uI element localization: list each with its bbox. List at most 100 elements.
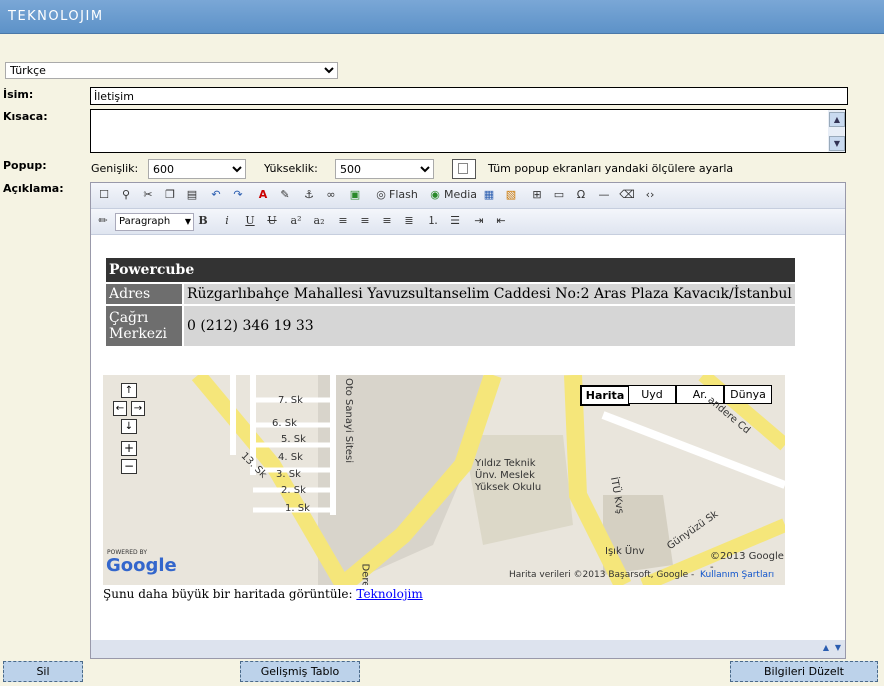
width-select[interactable]: 600 xyxy=(148,159,246,179)
pan-right-icon[interactable]: → xyxy=(131,401,145,416)
media-icon[interactable]: ◉ xyxy=(427,188,443,202)
superscript-icon[interactable]: a² xyxy=(288,214,304,228)
app-logo: TEKNOLOJIM xyxy=(8,9,104,24)
map-type-uydu[interactable]: Uyd xyxy=(628,385,676,404)
street-label: Dere xyxy=(359,563,371,585)
indent-icon[interactable]: ⇥ xyxy=(471,214,487,228)
popup-checkbox[interactable] xyxy=(452,159,476,179)
scroll-up-icon[interactable]: ▲ xyxy=(829,112,845,127)
media-label[interactable]: Media xyxy=(444,188,477,201)
flash-label[interactable]: Flash xyxy=(389,188,418,201)
delete-button[interactable]: Sil xyxy=(3,661,83,682)
map-link-line: Şunu daha büyük bir haritada görüntüle: … xyxy=(103,587,423,601)
table-icon[interactable]: ▦ xyxy=(481,188,497,202)
source-icon[interactable]: ☐ xyxy=(96,188,112,202)
editor-resize-bar[interactable]: ▲ ▼ xyxy=(91,640,845,658)
desc-label: Açıklama: xyxy=(3,182,64,195)
pan-left-icon[interactable]: ← xyxy=(113,401,127,416)
highlight-icon[interactable]: ✎ xyxy=(277,188,293,202)
embedded-map[interactable]: ↑ ← → ↓ + − Harita Uyd Ar. Dünya 7. Sk 6… xyxy=(103,375,785,585)
save-button[interactable]: Bilgileri Düzelt xyxy=(730,661,878,682)
format-select[interactable]: Paragraph ▼ xyxy=(115,213,194,231)
bold-icon[interactable]: B xyxy=(195,214,211,228)
strikethrough-icon[interactable]: U xyxy=(264,214,280,228)
align-right-icon[interactable]: ≡ xyxy=(379,214,395,228)
short-textarea[interactable]: ▲ ▼ xyxy=(90,109,846,153)
chevron-down-icon: ▼ xyxy=(184,217,191,226)
street-label: 1. Sk xyxy=(285,503,310,514)
style-icon[interactable]: ✏ xyxy=(95,214,111,228)
map-link-text: Şunu daha büyük bir haritada görüntüle: xyxy=(103,587,353,601)
street-label: 4. Sk xyxy=(278,452,303,463)
phone-value: 0 (212) 346 19 33 xyxy=(184,306,795,346)
justify-icon[interactable]: ≣ xyxy=(401,214,417,228)
height-select[interactable]: 500 xyxy=(335,159,434,179)
subscript-icon[interactable]: a₂ xyxy=(311,214,327,228)
editor-content[interactable]: Powercube Adres Rüzgarlıbahçe Mahallesi … xyxy=(91,235,845,640)
scroll-down-icon[interactable]: ▼ xyxy=(829,136,845,151)
cut-icon[interactable]: ✂ xyxy=(140,188,156,202)
text-color-icon[interactable]: A xyxy=(255,188,271,202)
table-edit-icon[interactable]: ▧ xyxy=(503,188,519,202)
table-row: Adres Rüzgarlıbahçe Mahallesi Yavuzsulta… xyxy=(106,284,795,304)
paste-icon[interactable]: ▤ xyxy=(184,188,200,202)
pan-up-icon[interactable]: ↑ xyxy=(121,383,137,398)
table-row: Çağrı Merkezi 0 (212) 346 19 33 xyxy=(106,306,795,346)
app-header: TEKNOLOJIM xyxy=(0,0,884,34)
grid-icon[interactable]: ⊞ xyxy=(529,188,545,202)
rich-text-editor[interactable]: ☐ ⚲ ✂ ❐ ▤ ↶ ↷ A ✎ ⚓ ∞ ▣ ◎ Flash ◉ Media … xyxy=(90,182,846,659)
address-value: Rüzgarlıbahçe Mahallesi Yavuzsultanselim… xyxy=(184,284,795,304)
map-poi-label: Yıldız Teknik Ünv. Meslek Yüksek Okulu xyxy=(475,458,542,493)
map-poi-label: Işık Ünv xyxy=(605,546,645,557)
eraser-icon[interactable]: ⌫ xyxy=(619,188,635,202)
advanced-table-button[interactable]: Gelişmiş Tablo xyxy=(240,661,360,682)
template-icon[interactable]: ▭ xyxy=(551,188,567,202)
underline-icon[interactable]: U xyxy=(242,214,258,228)
resize-down-icon[interactable]: ▼ xyxy=(830,641,846,655)
name-label: İsim: xyxy=(3,88,34,101)
image-icon[interactable]: ▣ xyxy=(347,188,363,202)
map-type-harita[interactable]: Harita xyxy=(580,385,630,406)
redo-icon[interactable]: ↷ xyxy=(230,188,246,202)
map-terms-link[interactable]: Kullanım Şartları xyxy=(700,570,774,580)
street-label: Oto Sanayi Sitesi xyxy=(343,377,355,464)
link-icon[interactable]: ∞ xyxy=(323,188,339,202)
editor-toolbar-1: ☐ ⚲ ✂ ❐ ▤ ↶ ↷ A ✎ ⚓ ∞ ▣ ◎ Flash ◉ Media … xyxy=(91,183,845,209)
align-left-icon[interactable]: ≡ xyxy=(335,214,351,228)
italic-icon[interactable]: i xyxy=(219,214,235,228)
map-link[interactable]: Teknolojim xyxy=(356,587,422,601)
map-data-credit: Harita verileri ©2013 Başarsoft, Google … xyxy=(509,570,695,580)
undo-icon[interactable]: ↶ xyxy=(208,188,224,202)
special-char-icon[interactable]: Ω xyxy=(573,188,589,202)
language-select[interactable]: Türkçe xyxy=(5,62,338,79)
phone-label: Çağrı Merkezi xyxy=(106,306,182,346)
zoom-out-icon[interactable]: − xyxy=(121,459,137,474)
unordered-list-icon[interactable]: ☰ xyxy=(447,214,463,228)
map-type-dunya[interactable]: Dünya xyxy=(724,385,772,404)
format-value: Paragraph xyxy=(119,216,171,227)
editor-toolbar-2: ✏ Paragraph ▼ B i U U a² a₂ ≡ ≡ ≡ ≣ ⒈ ☰ ⇥… xyxy=(91,209,845,235)
horizontal-rule-icon[interactable]: — xyxy=(596,188,612,202)
ordered-list-icon[interactable]: ⒈ xyxy=(425,214,441,228)
popup-checkbox-label: Tüm popup ekranları yandaki ölçülere aya… xyxy=(488,162,734,175)
code-icon[interactable]: ‹› xyxy=(642,188,658,202)
short-scrollbar[interactable]: ▲ ▼ xyxy=(828,110,845,152)
street-label: 6. Sk xyxy=(272,418,297,429)
name-input[interactable] xyxy=(90,87,848,105)
flash-icon[interactable]: ◎ xyxy=(373,188,389,202)
pan-down-icon[interactable]: ↓ xyxy=(121,419,137,434)
street-label: 7. Sk xyxy=(278,395,303,406)
align-center-icon[interactable]: ≡ xyxy=(357,214,373,228)
map-roads xyxy=(191,375,785,585)
street-label: 3. Sk xyxy=(276,469,301,480)
popup-label: Popup: xyxy=(3,159,47,172)
google-logo: Google xyxy=(106,555,177,576)
anchor-icon[interactable]: ⚓ xyxy=(301,188,317,202)
height-label: Yükseklik: xyxy=(264,162,318,175)
zoom-in-icon[interactable]: + xyxy=(121,441,137,456)
info-table-title: Powercube xyxy=(106,258,795,282)
find-icon[interactable]: ⚲ xyxy=(118,188,134,202)
outdent-icon[interactable]: ⇤ xyxy=(493,214,509,228)
copy-icon[interactable]: ❐ xyxy=(162,188,178,202)
street-label: 2. Sk xyxy=(281,485,306,496)
